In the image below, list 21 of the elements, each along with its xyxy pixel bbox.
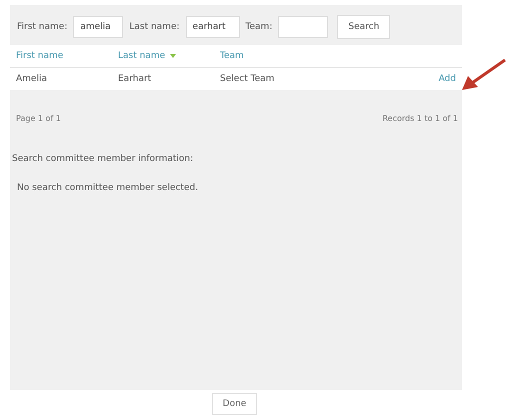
field-label: Last name: [129,22,180,32]
input-field[interactable]: amelia [73,16,124,38]
records-count: Records 1 to 1 of 1 [382,114,458,123]
done-button[interactable]: Done [212,393,258,415]
column-header[interactable]: Team [220,51,244,61]
input-field[interactable] [278,16,328,38]
column-header[interactable]: First name [16,51,64,61]
input-field[interactable]: earhart [186,16,240,38]
table-cell: Earhart [118,74,152,84]
add-link[interactable]: Add [438,74,456,84]
sort-icon [170,54,176,58]
table-cell: Amelia [16,74,47,84]
page-indicator: Page 1 of 1 [16,114,61,123]
arrow-icon [462,59,506,91]
info-title: Search committee member information: [12,154,194,164]
column-header[interactable]: Last name [118,51,166,61]
field-label: Team: [246,22,272,32]
field-label: First name: [17,22,68,32]
search-button[interactable]: Search [337,15,390,39]
table-cell: Select Team [220,74,274,84]
info-message: No search committee member selected. [17,183,200,193]
